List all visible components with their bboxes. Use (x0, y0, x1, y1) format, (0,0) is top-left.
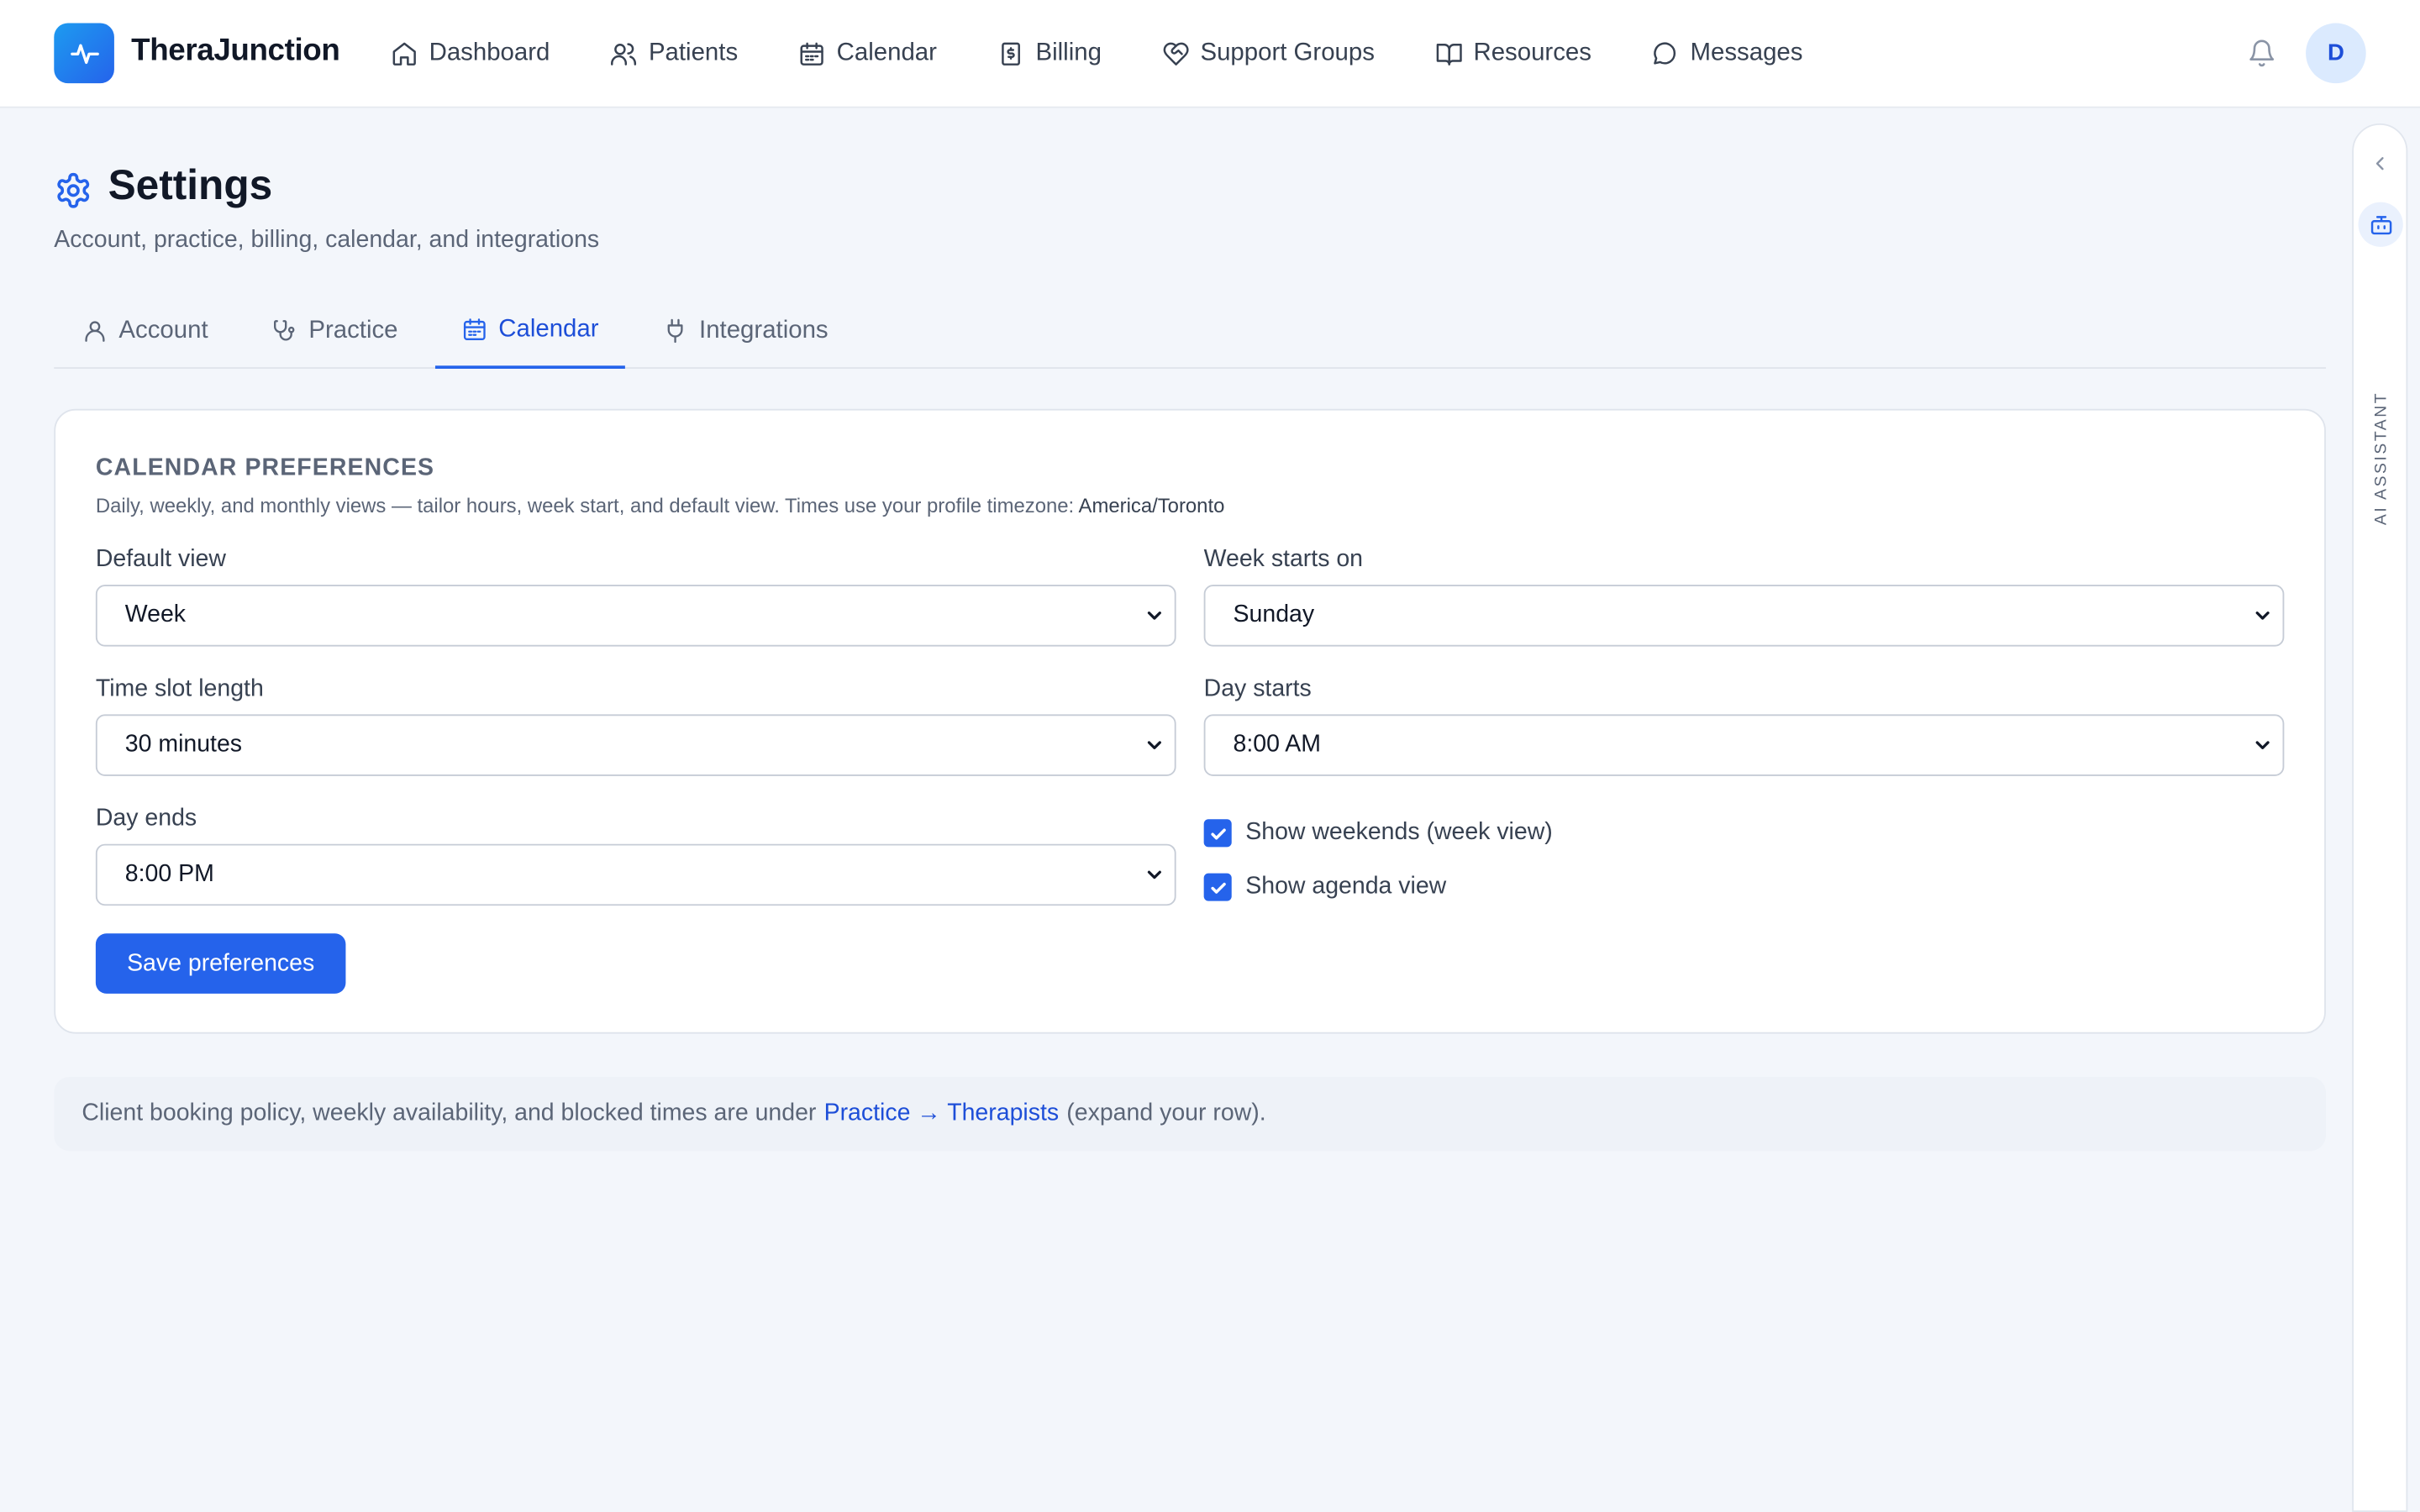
top-navbar: TheraJunction Dashboard Patients Calenda… (0, 0, 2420, 108)
select-value: Week (124, 601, 187, 628)
show-weekends-label: Show weekends (week view) (1245, 819, 1553, 846)
brand-name[interactable]: TheraJunction (131, 34, 340, 69)
timezone-value: America/Toronto (1078, 493, 1225, 517)
card-title: CALENDAR PREFERENCES (95, 454, 435, 482)
nav-item-messages[interactable]: Messages (1652, 39, 1803, 68)
select-value: 8:00 PM (124, 860, 214, 888)
check-icon (1210, 827, 1225, 839)
gear-icon (57, 172, 90, 208)
chevron-left-icon[interactable] (2369, 153, 2391, 175)
calendar-preferences-card: CALENDAR PREFERENCES Daily, weekly, and … (54, 408, 2326, 1034)
nav-item-resources[interactable]: Resources (1435, 40, 1591, 68)
chevron-down-icon (2255, 741, 2270, 749)
tab-calendar[interactable]: Calendar (434, 293, 625, 369)
select-value: 30 minutes (124, 731, 243, 758)
show-agenda-checkbox[interactable] (1203, 873, 1232, 901)
nav-item-dashboard[interactable]: Dashboard (391, 40, 550, 68)
save-preferences-button[interactable]: Save preferences (95, 933, 346, 994)
card-description: Daily, weekly, and monthly views — tailo… (96, 494, 1225, 517)
chevron-down-icon (2255, 612, 2270, 620)
main-nav: Dashboard Patients Calendar Billing Supp… (391, 0, 1863, 108)
week-starts-label: Week starts on (1203, 546, 1364, 573)
day-ends-label: Day ends (95, 805, 197, 832)
page-subtitle: Account, practice, billing, calendar, an… (54, 227, 600, 254)
time-slot-label: Time slot length (95, 675, 264, 702)
ai-assistant-rail: AI ASSISTANT (2352, 123, 2408, 1512)
time-slot-select[interactable]: 30 minutes (95, 714, 1176, 776)
card-description-text: Daily, weekly, and monthly views — tailo… (95, 493, 1075, 517)
nav-item-calendar[interactable]: Calendar (798, 40, 937, 68)
tab-label: Account (118, 317, 208, 344)
plug-icon (667, 318, 683, 344)
bell-icon[interactable] (2247, 39, 2276, 68)
user-avatar[interactable]: D (2306, 23, 2366, 84)
heart-handshake-icon (1163, 42, 1189, 66)
users-icon (611, 43, 637, 66)
show-agenda-label: Show agenda view (1245, 873, 1447, 900)
app-logo[interactable] (54, 23, 114, 84)
user-icon (85, 321, 105, 342)
select-value: 8:00 AM (1233, 731, 1322, 758)
home-icon (392, 42, 416, 66)
nav-label: Resources (1473, 39, 1591, 66)
nav-label: Dashboard (429, 39, 550, 66)
message-icon (1654, 42, 1676, 65)
nav-label: Calendar (836, 39, 937, 66)
week-starts-select[interactable]: Sunday (1203, 585, 2285, 647)
show-weekends-checkbox[interactable] (1203, 819, 1232, 848)
settings-tabs: Account Practice Calendar Integrations (54, 293, 2326, 369)
day-ends-select[interactable]: 8:00 PM (95, 843, 1176, 906)
nav-label: Patients (648, 39, 739, 66)
nav-label: Billing (1035, 39, 1102, 66)
tab-label: Integrations (699, 317, 829, 344)
tab-practice[interactable]: Practice (271, 293, 398, 369)
chevron-down-icon (1147, 741, 1161, 749)
chevron-down-icon (1147, 612, 1161, 620)
check-icon (1210, 881, 1225, 893)
page-title: Settings (108, 161, 273, 208)
day-starts-select[interactable]: 8:00 AM (1203, 714, 2285, 776)
nav-item-billing[interactable]: Billing (997, 40, 1102, 68)
select-value: Sunday (1233, 601, 1315, 628)
note-suffix: (expand your row). (1066, 1100, 1266, 1126)
ai-assistant-button[interactable] (2358, 202, 2403, 247)
nav-item-support-groups[interactable]: Support Groups (1162, 40, 1375, 68)
chevron-down-icon (1147, 870, 1161, 879)
nav-label: Support Groups (1200, 39, 1375, 66)
default-view-select[interactable]: Week (95, 585, 1176, 647)
nav-label: Messages (1690, 39, 1803, 66)
availability-note: Client booking policy, weekly availabili… (54, 1077, 2326, 1152)
calendar-icon (800, 42, 823, 66)
day-starts-label: Day starts (1203, 675, 1312, 702)
nav-item-patients[interactable]: Patients (610, 40, 738, 68)
practice-therapists-link[interactable]: Practice → Therapists (824, 1100, 1060, 1128)
tab-label: Calendar (498, 315, 599, 342)
default-view-label: Default view (95, 546, 226, 573)
ai-assistant-label[interactable]: AI ASSISTANT (2372, 391, 2391, 525)
tab-account[interactable]: Account (82, 293, 208, 369)
tab-label: Practice (308, 317, 398, 344)
book-icon (1436, 44, 1462, 66)
show-weekends-option[interactable]: Show weekends (week view) (1203, 819, 1553, 848)
receipt-icon (1002, 42, 1021, 66)
app-root: TheraJunction Dashboard Patients Calenda… (0, 0, 2420, 1512)
pulse-icon (70, 43, 98, 64)
note-prefix: Client booking policy, weekly availabili… (82, 1100, 817, 1126)
calendar-icon (463, 318, 486, 341)
show-agenda-option[interactable]: Show agenda view (1203, 873, 1447, 901)
bot-icon (2370, 215, 2391, 234)
stethoscope-icon (273, 320, 295, 341)
tab-integrations[interactable]: Integrations (662, 293, 829, 369)
